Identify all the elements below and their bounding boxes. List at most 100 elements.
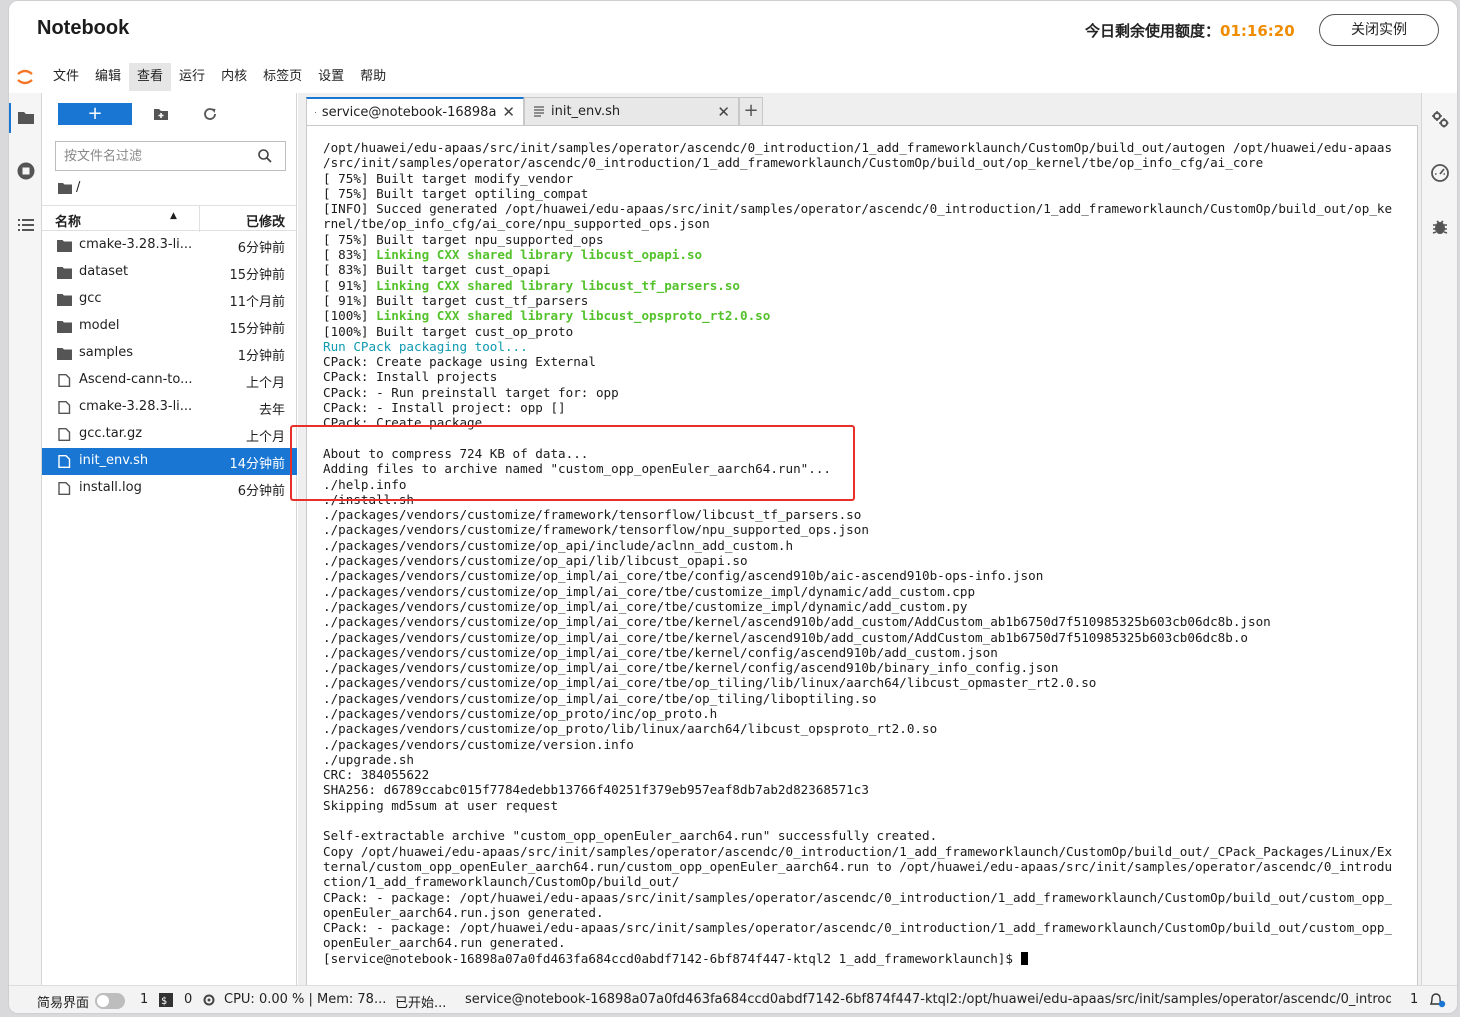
terminal-line: rnel/tbe/op_info_cfg/ai_core/npu_support… bbox=[323, 216, 710, 232]
terminal-line: ction/1_add_frameworklaunch/CustomOp/bui… bbox=[323, 874, 680, 890]
terminal-line: CPack: - Install project: opp [] bbox=[323, 400, 566, 416]
menu-item[interactable]: 设置 bbox=[310, 63, 352, 91]
terminal-line: [ 91%] Linking CXX shared library libcus… bbox=[323, 277, 741, 293]
rail-active-indicator bbox=[9, 103, 11, 133]
terminal-line: [INFO] Succed generated /opt/huawei/edu-… bbox=[323, 201, 1393, 217]
gauge-icon[interactable] bbox=[1430, 163, 1450, 183]
folder-icon bbox=[57, 348, 72, 360]
folder-icon[interactable] bbox=[16, 107, 36, 127]
file-row[interactable]: samples 1分钟前 bbox=[42, 340, 297, 367]
file-row[interactable]: model 15分钟前 bbox=[42, 313, 297, 340]
main-area: service@notebook-16898a ✕ init_env.sh ✕ … bbox=[298, 93, 1423, 993]
terminal-line: [ 75%] Built target modify_vendor bbox=[323, 170, 574, 186]
home-folder-icon[interactable] bbox=[58, 182, 72, 194]
tab-init-env[interactable]: init_env.sh ✕ bbox=[524, 97, 739, 125]
file-row[interactable]: cmake-3.28.3-li... 6分钟前 bbox=[42, 232, 297, 259]
search-icon[interactable] bbox=[257, 148, 273, 164]
file-name: gcc bbox=[79, 291, 102, 306]
terminal-line: CRC: 384055622 bbox=[323, 767, 430, 783]
notification-bell-icon[interactable] bbox=[1427, 991, 1447, 1009]
file-name: dataset bbox=[79, 264, 129, 279]
table-of-contents-icon[interactable] bbox=[16, 215, 36, 235]
app-title: Notebook bbox=[37, 17, 130, 39]
terminal-line: openEuler_aarch64.run.json generated. bbox=[323, 904, 604, 920]
close-tab-icon[interactable]: ✕ bbox=[502, 103, 515, 121]
terminal-line: ./packages/vendors/customize/op_proto/li… bbox=[323, 721, 938, 737]
terminal-line: [ 83%] Built target cust_opapi bbox=[323, 262, 551, 278]
file-modified: 6分钟前 bbox=[237, 484, 285, 499]
add-tab-button[interactable]: + bbox=[739, 97, 763, 125]
running-stop-icon[interactable] bbox=[16, 161, 36, 181]
file-row[interactable]: init_env.sh 14分钟前 bbox=[42, 448, 297, 475]
column-name-header[interactable]: 名称 bbox=[55, 211, 81, 230]
tab-label: init_env.sh bbox=[551, 104, 621, 119]
terminal-line: [100%] Linking CXX shared library libcus… bbox=[323, 308, 771, 324]
terminal-line: openEuler_aarch64.run generated. bbox=[323, 935, 566, 951]
file-list: cmake-3.28.3-li... 6分钟前 dataset 15分钟前 gcc 11个… bbox=[42, 232, 297, 502]
file-filter-input[interactable] bbox=[56, 142, 246, 170]
jupyter-logo-icon bbox=[17, 69, 33, 85]
file-name: cmake-3.28.3-li... bbox=[79, 399, 193, 414]
terminal-cursor bbox=[1020, 951, 1028, 965]
column-modified-header[interactable]: 已修改 bbox=[246, 211, 285, 230]
sort-ascending-icon[interactable]: ▲ bbox=[170, 211, 177, 221]
menu-item[interactable]: 运行 bbox=[171, 63, 213, 91]
file-modified: 上个月 bbox=[245, 376, 285, 391]
terminal-line: SHA256: d6789ccabc015f7784edebb13766f402… bbox=[323, 782, 869, 798]
file-row[interactable]: install.log 6分钟前 bbox=[42, 475, 297, 502]
menu-item[interactable]: 编辑 bbox=[87, 63, 129, 91]
file-name: install.log bbox=[79, 480, 142, 495]
menu-item[interactable]: 内核 bbox=[213, 63, 255, 91]
menu-item[interactable]: 文件 bbox=[45, 63, 87, 91]
file-name: gcc.tar.gz bbox=[79, 426, 143, 441]
new-folder-icon[interactable] bbox=[152, 105, 170, 123]
breadcrumb: / bbox=[58, 180, 80, 195]
file-icon bbox=[58, 482, 71, 495]
folder-icon bbox=[57, 267, 72, 279]
tab-bar: service@notebook-16898a ✕ init_env.sh ✕ … bbox=[306, 97, 763, 125]
file-name: init_env.sh bbox=[79, 453, 149, 468]
menu-item[interactable]: 查看 bbox=[129, 63, 172, 91]
simple-mode-toggle[interactable] bbox=[95, 993, 125, 1009]
terminal-line: CPack: Install projects bbox=[323, 369, 498, 385]
file-browser: + / 名称 ▲ 已修改 cmake-3.28.3-li... 6分钟前 datas… bbox=[42, 93, 297, 993]
tab-terminal[interactable]: service@notebook-16898a ✕ bbox=[306, 97, 524, 125]
terminal-line: Copy /opt/huawei/edu-apaas/src/init/samp… bbox=[323, 843, 1393, 859]
folder-icon bbox=[57, 321, 72, 333]
terminal-line: ./packages/vendors/customize/version.inf… bbox=[323, 736, 634, 752]
file-row[interactable]: dataset 15分钟前 bbox=[42, 259, 297, 286]
menu-item[interactable]: 帮助 bbox=[352, 63, 394, 91]
file-name: model bbox=[79, 318, 120, 333]
terminal-panel[interactable]: /opt/huawei/edu-apaas/src/init/samples/o… bbox=[306, 125, 1418, 989]
quota-label: 今日剩余使用额度： bbox=[1085, 22, 1221, 40]
property-inspector-gears-icon[interactable] bbox=[1430, 109, 1450, 129]
file-icon bbox=[58, 428, 71, 441]
terminal-line: Adding files to archive named "custom_op… bbox=[323, 461, 831, 477]
terminal-line: CPack: - package: /opt/huawei/edu-apaas/… bbox=[323, 889, 1393, 905]
breadcrumb-root[interactable]: / bbox=[76, 180, 80, 195]
debugger-bug-icon[interactable] bbox=[1430, 217, 1450, 237]
file-modified: 11个月前 bbox=[229, 295, 285, 310]
close-instance-button[interactable]: 关闭实例 bbox=[1319, 14, 1439, 46]
main-menu: 文件 编辑 查看 运行 内核 标签页 设置 帮助 bbox=[45, 63, 394, 91]
quota-time: 01:16:20 bbox=[1220, 22, 1295, 40]
notification-count[interactable]: 1 bbox=[1410, 992, 1418, 1007]
terminal-line: ./install.sh bbox=[323, 491, 414, 507]
terminal-line: ./packages/vendors/customize/op_impl/ai_… bbox=[323, 629, 1249, 645]
refresh-icon[interactable] bbox=[201, 105, 219, 123]
cpu-mem-usage: CPU: 0.00 % | Mem: 78... bbox=[224, 992, 387, 1007]
menu-item[interactable]: 标签页 bbox=[255, 63, 310, 91]
kernel-count[interactable]: 0 bbox=[184, 992, 192, 1007]
terminal-count[interactable]: 1 bbox=[140, 992, 148, 1007]
file-row[interactable]: Ascend-cann-to... 上个月 bbox=[42, 367, 297, 394]
column-divider[interactable] bbox=[199, 206, 200, 232]
kernel-gear-icon bbox=[203, 994, 215, 1006]
menu-bar: 文件 编辑 查看 运行 内核 标签页 设置 帮助 bbox=[9, 63, 1457, 91]
file-row[interactable]: gcc 11个月前 bbox=[42, 286, 297, 313]
new-launcher-button[interactable]: + bbox=[58, 103, 132, 125]
terminal-line: ./packages/vendors/customize/framework/t… bbox=[323, 522, 869, 538]
close-tab-icon[interactable]: ✕ bbox=[717, 103, 730, 121]
file-row[interactable]: gcc.tar.gz 上个月 bbox=[42, 421, 297, 448]
terminal-line: ./packages/vendors/customize/op_api/lib/… bbox=[323, 553, 748, 569]
file-row[interactable]: cmake-3.28.3-li... 去年 bbox=[42, 394, 297, 421]
